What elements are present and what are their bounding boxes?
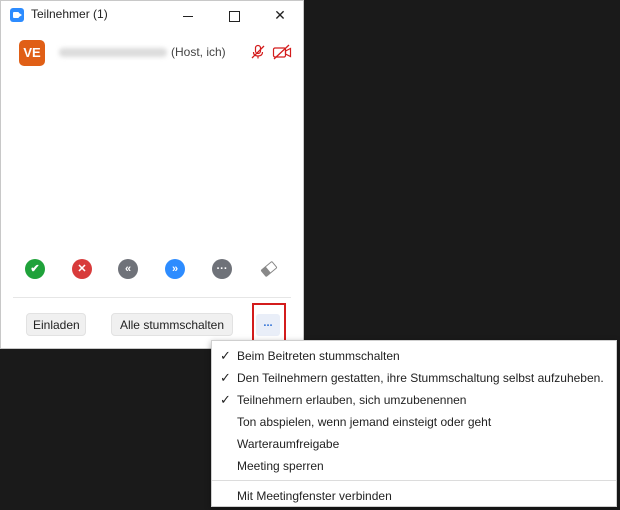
menu-item-label: Den Teilnehmern gestatten, ihre Stummsch… — [237, 371, 604, 385]
title-bar: Teilnehmer (1) ✕ — [1, 1, 303, 29]
window-title: Teilnehmer (1) — [31, 7, 108, 21]
checkmark-icon: ✓ — [220, 370, 231, 385]
checkmark-icon: ✓ — [220, 348, 231, 363]
minimize-button[interactable] — [165, 1, 211, 29]
minimize-icon — [183, 15, 193, 17]
eraser-icon[interactable] — [259, 259, 279, 279]
more-options-menu: ✓ Beim Beitreten stummschalten ✓ Den Tei… — [211, 340, 617, 507]
nonverbal-feedback-bar: ✔ ✕ « » ··· — [1, 259, 303, 283]
mute-all-button[interactable]: Alle stummschalten — [111, 313, 233, 336]
close-button[interactable]: ✕ — [257, 1, 303, 29]
no-icon[interactable]: ✕ — [72, 259, 92, 279]
menu-item-lock-meeting[interactable]: Meeting sperren — [212, 455, 616, 477]
mic-off-icon[interactable] — [250, 44, 266, 60]
avatar: VE — [19, 40, 45, 66]
checkmark-icon: ✓ — [220, 392, 231, 407]
menu-item-allow-rename[interactable]: ✓ Teilnehmern erlauben, sich umzubenenne… — [212, 389, 616, 411]
participant-row[interactable]: VE (Host, ich) — [1, 39, 303, 67]
camera-off-icon[interactable] — [272, 44, 292, 60]
invite-button[interactable]: Einladen — [26, 313, 86, 336]
more-reactions-icon[interactable]: ··· — [212, 259, 232, 279]
menu-item-play-sound[interactable]: Ton abspielen, wenn jemand einsteigt ode… — [212, 411, 616, 433]
participant-name-blurred — [59, 48, 167, 57]
highlight-box — [252, 303, 286, 342]
menu-item-allow-unmute[interactable]: ✓ Den Teilnehmern gestatten, ihre Stumms… — [212, 367, 616, 389]
menu-item-mute-on-entry[interactable]: ✓ Beim Beitreten stummschalten — [212, 345, 616, 367]
zoom-app-icon — [10, 8, 24, 22]
host-label: (Host, ich) — [171, 45, 226, 59]
maximize-button[interactable] — [211, 1, 257, 29]
go-slower-icon[interactable]: « — [118, 259, 138, 279]
menu-item-label: Warteraumfreigabe — [237, 437, 340, 451]
yes-icon[interactable]: ✔ — [25, 259, 45, 279]
go-faster-icon[interactable]: » — [165, 259, 185, 279]
menu-item-label: Meeting sperren — [237, 459, 324, 473]
menu-item-label: Ton abspielen, wenn jemand einsteigt ode… — [237, 415, 492, 429]
menu-item-label: Mit Meetingfenster verbinden — [237, 489, 392, 503]
participants-window: Teilnehmer (1) ✕ VE (Host, ich) ✔ ✕ « » … — [0, 0, 304, 349]
menu-item-waiting-room[interactable]: Warteraumfreigabe — [212, 433, 616, 455]
menu-item-label: Teilnehmern erlauben, sich umzubenennen — [237, 393, 467, 407]
menu-separator — [212, 480, 616, 481]
footer-divider — [13, 297, 291, 298]
maximize-icon — [228, 10, 240, 22]
menu-item-label: Beim Beitreten stummschalten — [237, 349, 400, 363]
menu-item-merge-window[interactable]: Mit Meetingfenster verbinden — [212, 485, 616, 507]
